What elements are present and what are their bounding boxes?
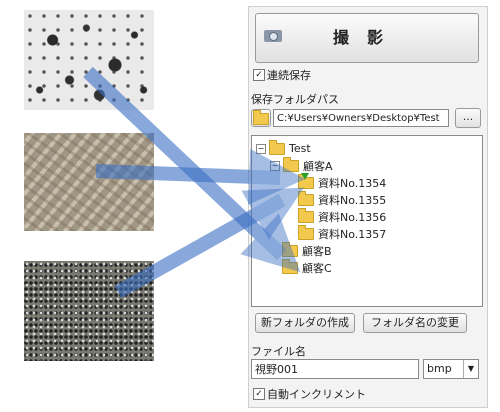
arrow-image2-to-doc-1354 — [95, 148, 306, 205]
arrow-image3-to-doc-1355 — [114, 187, 304, 299]
mapping-arrows — [83, 66, 306, 299]
arrow-image1-to-customer-b — [83, 66, 301, 273]
